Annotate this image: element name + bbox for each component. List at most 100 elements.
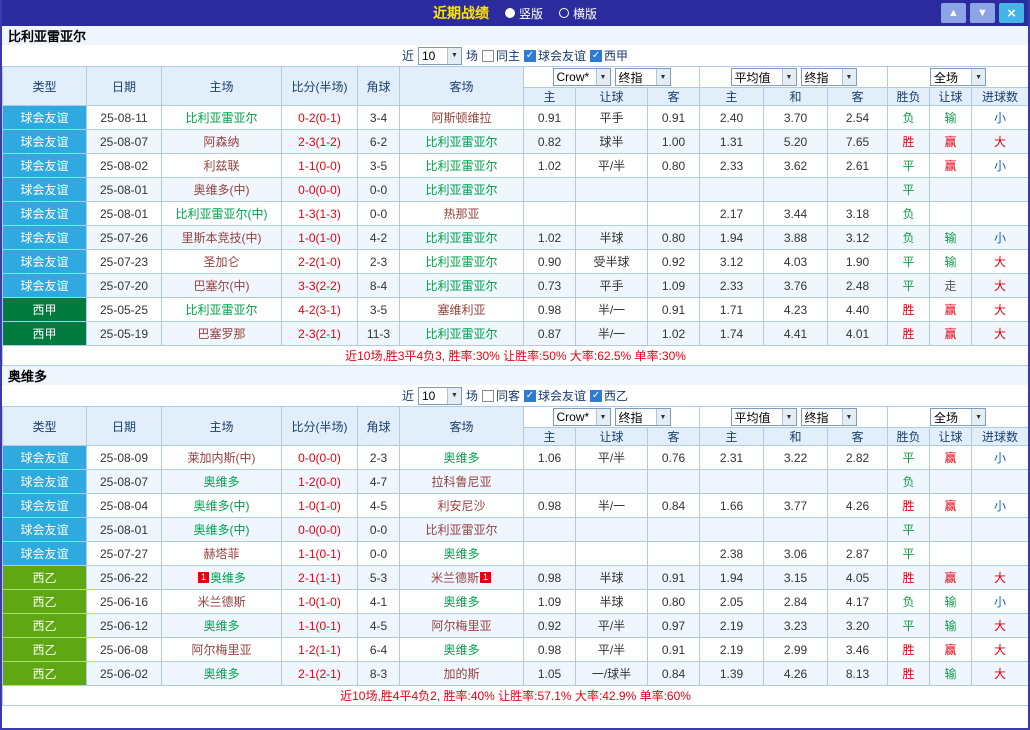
home-team[interactable]: 圣加仑 (162, 250, 282, 274)
close-button[interactable]: × (999, 3, 1024, 23)
away-team[interactable]: 比利亚雷亚尔 (400, 130, 524, 154)
odds-final-select[interactable]: 终指▼ (615, 68, 671, 86)
home-team[interactable]: 莱加内斯(中) (162, 446, 282, 470)
away-team[interactable]: 比利亚雷亚尔 (400, 274, 524, 298)
result-goals (972, 178, 1029, 202)
scope-select[interactable]: 全场▼ (930, 68, 986, 86)
home-team[interactable]: 1奥维多 (162, 566, 282, 590)
away-team[interactable]: 比利亚雷亚尔 (400, 322, 524, 346)
avg-home: 1.71 (700, 298, 764, 322)
scope-select[interactable]: 全场▼ (930, 408, 986, 426)
team-link-label: 加的斯 (443, 667, 479, 681)
away-team[interactable]: 加的斯 (400, 662, 524, 686)
home-team[interactable]: 比利亚雷亚尔 (162, 106, 282, 130)
away-team[interactable]: 比利亚雷亚尔 (400, 518, 524, 542)
home-team[interactable]: 奥维多 (162, 662, 282, 686)
home-team[interactable]: 奥维多(中) (162, 178, 282, 202)
odds-away: 0.91 (648, 566, 700, 590)
layout-horizontal-radio[interactable]: 横版 (559, 5, 597, 22)
odds-away (648, 178, 700, 202)
odds-source-select[interactable]: Crow*▼ (553, 68, 611, 86)
friendly-checkbox[interactable]: 球会友谊 (524, 387, 586, 404)
friendly-checkbox[interactable]: 球会友谊 (524, 47, 586, 64)
league-checkbox[interactable]: 西甲 (590, 47, 628, 64)
home-team[interactable]: 奥维多(中) (162, 518, 282, 542)
same-away-checkbox[interactable]: 同客 (482, 387, 520, 404)
result-goals: 小 (972, 446, 1029, 470)
match-row: 西乙25-06-08阿尔梅里亚1-2(1-1)6-4奥维多0.98平/半0.91… (3, 638, 1029, 662)
team-name[interactable]: 奥维多 (8, 366, 47, 385)
col-avg-home: 主 (700, 88, 764, 106)
matches-table-body: 球会友谊25-08-09莱加内斯(中)0-0(0-0)2-3奥维多1.06平/半… (3, 446, 1029, 686)
odds-home: 0.92 (524, 614, 576, 638)
home-team[interactable]: 利兹联 (162, 154, 282, 178)
away-team[interactable]: 利安尼沙 (400, 494, 524, 518)
col-date: 日期 (87, 67, 162, 106)
result-wdl: 负 (888, 226, 930, 250)
team-name[interactable]: 比利亚雷亚尔 (8, 26, 86, 45)
match-type: 球会友谊 (3, 226, 87, 250)
odds-final-select[interactable]: 终指▼ (615, 408, 671, 426)
col-odds-away: 客 (648, 428, 700, 446)
away-team[interactable]: 比利亚雷亚尔 (400, 250, 524, 274)
match-count-select[interactable]: 10 ▼ (418, 387, 462, 405)
avg-home: 1.94 (700, 226, 764, 250)
avg-source-select[interactable]: 平均值▼ (731, 68, 797, 86)
away-team[interactable]: 奥维多 (400, 638, 524, 662)
away-team[interactable]: 比利亚雷亚尔 (400, 178, 524, 202)
away-team[interactable]: 米兰德斯1 (400, 566, 524, 590)
odds-home: 0.87 (524, 322, 576, 346)
away-team[interactable]: 塞维利亚 (400, 298, 524, 322)
away-team[interactable]: 拉科鲁尼亚 (400, 470, 524, 494)
move-up-button[interactable]: ▲ (941, 3, 966, 23)
home-team[interactable]: 巴塞尔(中) (162, 274, 282, 298)
home-team[interactable]: 巴塞罗那 (162, 322, 282, 346)
home-team[interactable]: 阿森纳 (162, 130, 282, 154)
home-team[interactable]: 奥维多(中) (162, 494, 282, 518)
home-team[interactable]: 比利亚雷亚尔 (162, 298, 282, 322)
team-link-label: 比利亚雷亚尔 (425, 327, 497, 341)
home-team[interactable]: 赫塔菲 (162, 542, 282, 566)
away-team[interactable]: 阿斯顿维拉 (400, 106, 524, 130)
avg-source-select[interactable]: 平均值▼ (731, 408, 797, 426)
avg-final-select[interactable]: 终指▼ (801, 68, 857, 86)
match-date: 25-05-25 (87, 298, 162, 322)
team-link-label: 奥维多 (203, 667, 239, 681)
home-team[interactable]: 比利亚雷亚尔(中) (162, 202, 282, 226)
away-team[interactable]: 奥维多 (400, 590, 524, 614)
team-link-label: 奥维多 (210, 571, 246, 585)
away-team[interactable]: 奥维多 (400, 446, 524, 470)
away-team[interactable]: 奥维多 (400, 542, 524, 566)
away-team[interactable]: 比利亚雷亚尔 (400, 226, 524, 250)
home-team[interactable]: 奥维多 (162, 614, 282, 638)
corner-score: 0-0 (358, 178, 400, 202)
odds-home: 0.82 (524, 130, 576, 154)
score: 1-2(0-0) (282, 470, 358, 494)
team-link-label: 比利亚雷亚尔 (425, 183, 497, 197)
layout-vertical-radio[interactable]: 竖版 (505, 5, 543, 22)
dropdown-arrow-icon: ▼ (782, 69, 796, 85)
home-team[interactable]: 里斯本竞技(中) (162, 226, 282, 250)
same-home-checkbox[interactable]: 同主 (482, 47, 520, 64)
odds-source-select[interactable]: Crow*▼ (553, 408, 611, 426)
match-row: 球会友谊25-08-04奥维多(中)1-0(1-0)4-5利安尼沙0.98半/一… (3, 494, 1029, 518)
corner-score: 8-4 (358, 274, 400, 298)
layout-vertical-label: 竖版 (519, 5, 543, 22)
away-team[interactable]: 热那亚 (400, 202, 524, 226)
col-goals: 进球数 (972, 428, 1029, 446)
match-count-select[interactable]: 10 ▼ (418, 47, 462, 65)
away-team[interactable]: 比利亚雷亚尔 (400, 154, 524, 178)
league-checkbox[interactable]: 西乙 (590, 387, 628, 404)
avg-final-select[interactable]: 终指▼ (801, 408, 857, 426)
team-link-label: 赫塔菲 (203, 547, 239, 561)
home-team[interactable]: 米兰德斯 (162, 590, 282, 614)
away-team[interactable]: 阿尔梅里亚 (400, 614, 524, 638)
home-team[interactable]: 奥维多 (162, 470, 282, 494)
move-down-button[interactable]: ▼ (970, 3, 995, 23)
match-type: 西乙 (3, 662, 87, 686)
avg-away: 3.20 (828, 614, 888, 638)
match-type: 西甲 (3, 322, 87, 346)
match-type: 球会友谊 (3, 106, 87, 130)
team-link-label: 奥维多(中) (194, 523, 250, 537)
home-team[interactable]: 阿尔梅里亚 (162, 638, 282, 662)
